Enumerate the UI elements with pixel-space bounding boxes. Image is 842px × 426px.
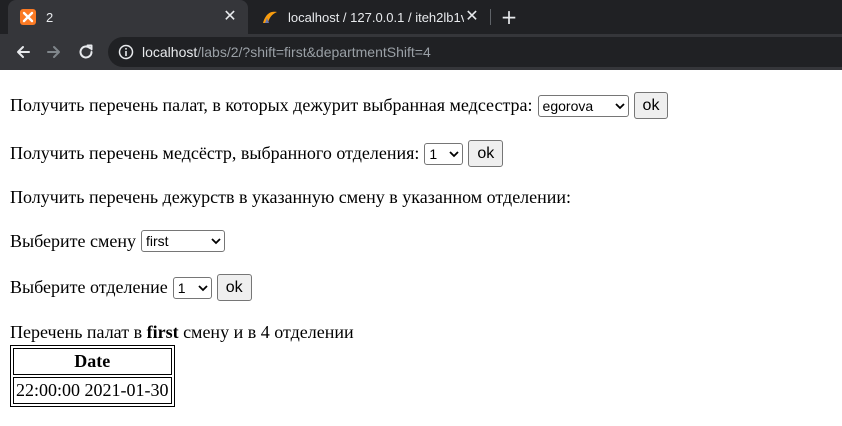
close-icon[interactable]: ✕ <box>464 9 480 25</box>
tab-phpmyadmin[interactable]: localhost / 127.0.0.1 / iteh2lb1var ✕ <box>250 0 490 34</box>
shift-select[interactable]: first <box>141 230 225 252</box>
url-host: localhost <box>142 44 198 60</box>
ok-button[interactable]: ok <box>633 92 669 119</box>
select-value: 1 <box>429 145 438 162</box>
shift-label: Выберите смену <box>10 230 136 251</box>
form-heading: Получить перечень дежурств в указанную с… <box>10 187 572 207</box>
browser-toolbar: localhost/labs/2/?shift=first&department… <box>0 34 842 70</box>
department-label: Выберите отделение <box>10 277 168 297</box>
reload-icon <box>79 44 93 59</box>
form-nurse-wards: Получить перечень палат, в которых дежур… <box>10 92 669 119</box>
arrow-right-icon <box>47 46 60 58</box>
result-middle: смену и в <box>183 322 257 342</box>
table-row: 22:00:00 2021-01-30 <box>13 377 172 404</box>
xampp-icon <box>20 9 36 25</box>
form-label: Получить перечень палат, в которых дежур… <box>10 95 533 115</box>
form-duties-heading: Получить перечень дежурств в указанную с… <box>10 187 571 208</box>
reload-button[interactable] <box>75 41 97 63</box>
phpmyadmin-icon <box>263 11 277 23</box>
form-label: Получить перечень медсёстр, выбранного о… <box>10 143 420 163</box>
result-caption: Перечень палат в first смену и в 4 отдел… <box>10 322 354 343</box>
form-department-row: Выберите отделение 1 ok <box>10 274 252 301</box>
result-table: Date 22:00:00 2021-01-30 <box>10 345 175 407</box>
select-value: first <box>146 233 169 249</box>
tab-separator <box>490 9 491 25</box>
column-header-date: Date <box>13 348 172 375</box>
nurse-select[interactable]: egorova <box>537 94 629 117</box>
table-header-row: Date <box>13 348 172 375</box>
result-shift: first <box>146 322 179 342</box>
forward-button[interactable] <box>43 41 65 63</box>
select-value: egorova <box>542 97 594 114</box>
address-bar[interactable]: localhost/labs/2/?shift=first&department… <box>108 37 842 67</box>
arrow-left-icon <box>17 46 30 58</box>
back-button[interactable] <box>12 41 34 63</box>
tab-title: localhost / 127.0.0.1 / iteh2lb1var <box>288 9 464 25</box>
result-suffix: отделении <box>274 322 354 342</box>
department-shift-select[interactable]: 1 <box>172 276 212 299</box>
table-cell-date: 22:00:00 2021-01-30 <box>13 377 172 404</box>
browser-chrome: 2 ✕ localhost / 127.0.0.1 / iteh2lb1var … <box>0 0 842 70</box>
result-department: 4 <box>260 322 270 342</box>
chevron-down-icon <box>614 102 625 109</box>
chevron-down-icon <box>449 150 460 157</box>
result-prefix: Перечень палат в <box>10 322 143 342</box>
info-icon[interactable] <box>118 44 134 60</box>
new-tab-button[interactable]: + <box>498 6 520 28</box>
chevron-down-icon <box>211 238 221 245</box>
form-department-nurses: Получить перечень медсёстр, выбранного о… <box>10 140 504 167</box>
tab-active[interactable]: 2 ✕ <box>8 0 248 34</box>
url-path: /labs/2/?shift=first&departmentShift=4 <box>197 44 431 60</box>
department-select[interactable]: 1 <box>424 142 464 165</box>
form-shift-row: Выберите смену first <box>10 230 225 252</box>
ok-button[interactable]: ok <box>468 140 504 167</box>
tab-strip: 2 ✕ localhost / 127.0.0.1 / iteh2lb1var … <box>0 0 842 34</box>
close-icon[interactable]: ✕ <box>222 9 238 25</box>
chevron-down-icon <box>198 284 208 291</box>
ok-button[interactable]: ok <box>216 274 252 301</box>
select-value: 1 <box>177 279 186 296</box>
tab-title: 2 <box>46 9 54 25</box>
